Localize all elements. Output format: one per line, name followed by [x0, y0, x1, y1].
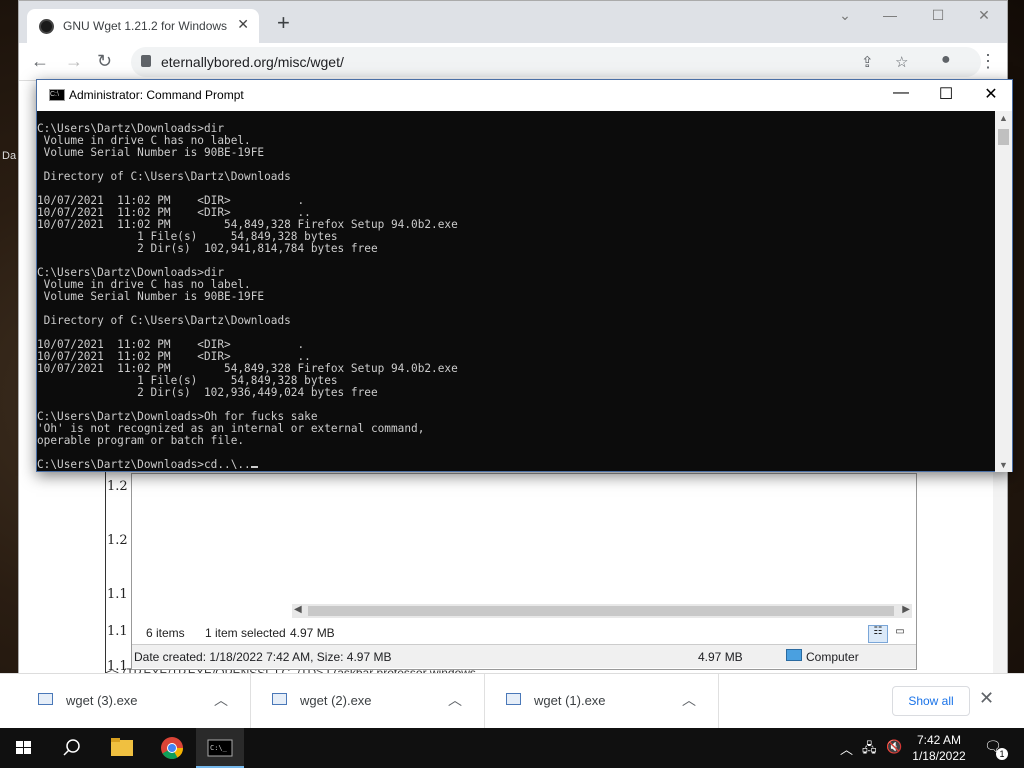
start-button[interactable]: [0, 728, 48, 768]
console-line: 2 Dir(s) 102,941,814,784 bytes free: [37, 242, 378, 255]
download-item[interactable]: wget (3).exe ︿: [18, 674, 251, 729]
size-text: 4.97 MB: [698, 650, 743, 664]
bookmark-star-icon[interactable]: ☆: [895, 53, 908, 71]
download-filename: wget (3).exe: [66, 693, 138, 708]
tab-search-icon[interactable]: ⌄: [822, 7, 868, 24]
forward-icon[interactable]: →: [65, 51, 83, 72]
lock-icon[interactable]: [141, 55, 151, 67]
cmd-scrollbar[interactable]: ▲ ▼: [995, 111, 1012, 472]
version-cell: 1.2: [107, 533, 128, 548]
favicon-icon: [39, 19, 54, 34]
file-explorer-window: ◀ ▶ 6 items 1 item selected 4.97 MB ☷ ▭ …: [131, 473, 917, 670]
clock-date: 1/18/2022: [912, 749, 966, 763]
large-icons-view-icon[interactable]: ▭: [890, 625, 910, 643]
cmd-minimize-button[interactable]: —: [878, 84, 924, 102]
close-shelf-icon[interactable]: ✕: [979, 688, 994, 709]
profile-avatar-icon[interactable]: ●: [941, 51, 951, 69]
download-item[interactable]: wget (1).exe ︿: [486, 674, 719, 729]
console-line: Directory of C:\Users\Dartz\Downloads: [37, 170, 291, 183]
taskbar: C:\_ ︿ 🖧 🔇 7:42 AM 1/18/2022 🗨 1: [0, 728, 1024, 768]
tab-title: GNU Wget 1.21.2 for Windows: [63, 19, 228, 33]
chevron-up-icon[interactable]: ︿: [682, 690, 696, 710]
console-line: Directory of C:\Users\Dartz\Downloads: [37, 314, 291, 327]
console-line: operable program or batch file.: [37, 434, 245, 447]
scroll-right-icon[interactable]: ▶: [902, 604, 910, 615]
file-explorer-taskbar[interactable]: [98, 728, 146, 768]
exe-file-icon: [272, 693, 287, 705]
download-filename: wget (2).exe: [300, 693, 372, 708]
minimize-button[interactable]: —: [867, 7, 913, 23]
tab-strip: GNU Wget 1.21.2 for Windows ✕ + ⌄ — ☐ ✕: [19, 1, 1007, 43]
download-filename: wget (1).exe: [534, 693, 606, 708]
horizontal-scrollbar[interactable]: ◀ ▶: [292, 604, 912, 618]
maximize-button[interactable]: ☐: [915, 7, 961, 24]
scroll-left-icon[interactable]: ◀: [294, 604, 302, 615]
status-bar: 6 items 1 item selected 4.97 MB ☷ ▭: [132, 622, 916, 644]
toolbar: ← → ↻ eternallybored.org/misc/wget/ ⇪ ☆ …: [19, 43, 1007, 81]
exe-file-icon: [38, 693, 53, 705]
download-item[interactable]: wget (2).exe ︿: [252, 674, 485, 729]
svg-text:C:\_: C:\_: [210, 744, 228, 752]
selected-count: 1 item selected: [205, 626, 286, 640]
scroll-down-icon[interactable]: ▼: [999, 460, 1008, 470]
new-tab-button[interactable]: +: [277, 12, 290, 34]
console-output[interactable]: C:\Users\Dartz\Downloads>dir Volume in d…: [37, 123, 997, 471]
console-line: Volume Serial Number is 90BE-19FE: [37, 146, 265, 159]
address-bar[interactable]: eternallybored.org/misc/wget/ ⇪ ☆: [131, 47, 981, 77]
command-prompt-window: C:\ Administrator: Command Prompt — ☐ ✕ …: [36, 79, 1013, 472]
computer-icon: [786, 649, 802, 661]
date-created-text: Date created: 1/18/2022 7:42 AM, Size: 4…: [134, 650, 392, 664]
location-text: Computer: [806, 650, 859, 664]
cmd-taskbar[interactable]: C:\_: [196, 728, 244, 768]
clock[interactable]: 7:42 AM 1/18/2022: [910, 732, 968, 764]
folder-icon: [111, 738, 133, 756]
chrome-icon: [161, 737, 183, 759]
items-count: 6 items: [146, 626, 185, 640]
selected-size: 4.97 MB: [290, 626, 335, 640]
version-cell: 1.1: [107, 587, 128, 602]
cmd-title: Administrator: Command Prompt: [69, 88, 244, 102]
cmd-maximize-button[interactable]: ☐: [923, 84, 969, 104]
text-cursor: [250, 466, 258, 468]
download-shelf: wget (3).exe ︿ wget (2).exe ︿ wget (1).e…: [0, 673, 1024, 729]
console-line: Volume Serial Number is 90BE-19FE: [37, 290, 265, 303]
url-text: eternallybored.org/misc/wget/: [161, 54, 344, 70]
back-icon[interactable]: ←: [31, 51, 49, 72]
console-line: C:\Users\Dartz\Downloads>cd..\..: [37, 459, 997, 471]
notification-count: 1: [996, 748, 1008, 760]
tab-close-icon[interactable]: ✕: [237, 16, 249, 33]
terminal-icon: C:\_: [207, 739, 233, 757]
cmd-scroll-thumb[interactable]: [998, 129, 1009, 145]
browser-tab[interactable]: GNU Wget 1.21.2 for Windows ✕: [27, 9, 259, 43]
network-icon[interactable]: 🖧: [862, 739, 877, 761]
chrome-taskbar[interactable]: [148, 728, 196, 768]
share-icon[interactable]: ⇪: [861, 53, 874, 71]
details-pane: Date created: 1/18/2022 7:42 AM, Size: 4…: [132, 644, 916, 668]
cmd-close-button[interactable]: ✕: [968, 84, 1014, 104]
console-line: 2 Dir(s) 102,936,449,024 bytes free: [37, 386, 378, 399]
scroll-up-icon[interactable]: ▲: [999, 113, 1008, 123]
chevron-up-icon[interactable]: ︿: [214, 690, 228, 710]
search-button[interactable]: [48, 728, 96, 768]
chevron-up-icon[interactable]: ︿: [448, 690, 462, 710]
chevron-up-tray-icon[interactable]: ︿: [840, 739, 853, 758]
menu-kebab-icon[interactable]: ⋮: [979, 51, 997, 72]
search-icon: [63, 739, 80, 756]
cmd-icon: C:\: [49, 89, 65, 101]
version-cell: 1.1: [107, 624, 128, 639]
close-button[interactable]: ✕: [961, 7, 1007, 24]
volume-muted-icon[interactable]: 🔇: [886, 739, 902, 755]
reload-icon[interactable]: ↻: [97, 51, 112, 72]
details-view-icon[interactable]: ☷: [868, 625, 888, 643]
exe-file-icon: [506, 693, 521, 705]
scroll-thumb[interactable]: [308, 606, 894, 616]
clock-time: 7:42 AM: [916, 733, 962, 747]
cmd-titlebar[interactable]: C:\ Administrator: Command Prompt — ☐ ✕: [37, 80, 1012, 111]
table-border: [105, 471, 106, 674]
version-cell: 1.2: [107, 479, 128, 494]
windows-logo-icon: [16, 741, 31, 754]
desktop-icon-label[interactable]: Da: [2, 150, 16, 162]
show-all-button[interactable]: Show all: [892, 686, 970, 716]
